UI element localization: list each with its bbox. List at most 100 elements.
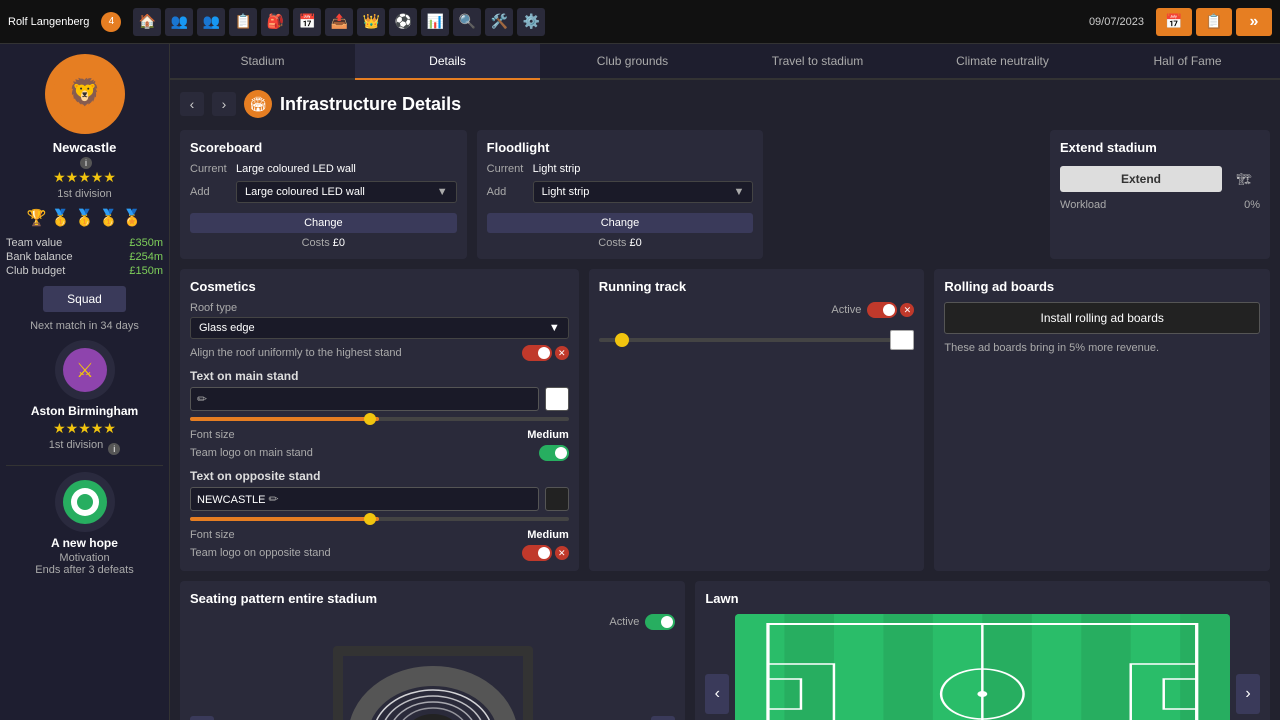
main-color-swatch[interactable] bbox=[545, 387, 569, 411]
opp-logo-x-btn[interactable]: ✕ bbox=[555, 546, 569, 560]
team-value-val: £350m bbox=[129, 237, 163, 249]
scoreboard-change-btn[interactable]: Change bbox=[190, 213, 457, 233]
bank-balance-row: Bank balance £254m bbox=[6, 251, 163, 263]
tab-club-grounds[interactable]: Club grounds bbox=[540, 44, 725, 80]
icon-calendar[interactable]: 📅 bbox=[293, 8, 321, 36]
club1-info-icon[interactable]: i bbox=[80, 157, 92, 169]
pattern-next-btn[interactable]: › bbox=[651, 716, 675, 720]
lawn-next-btn[interactable]: › bbox=[1236, 674, 1260, 714]
main-slider-row bbox=[190, 417, 569, 421]
opp-text-row: NEWCASTLE ✏ bbox=[190, 487, 569, 511]
skip-btn[interactable]: » bbox=[1236, 8, 1272, 36]
nav-back-button[interactable]: ‹ bbox=[180, 92, 204, 116]
breadcrumb: ‹ › 🏟 Infrastructure Details bbox=[180, 90, 1270, 118]
opp-color-swatch[interactable] bbox=[545, 487, 569, 511]
extend-btn[interactable]: Extend bbox=[1060, 166, 1222, 192]
breadcrumb-title: Infrastructure Details bbox=[280, 94, 461, 115]
cosmetics-section: Cosmetics Roof type Glass edge ▼ Align t… bbox=[180, 269, 579, 571]
extend-stadium-section: Extend stadium Extend 🏗 Workload 0% bbox=[1050, 130, 1270, 259]
floodlight-change-btn[interactable]: Change bbox=[487, 213, 754, 233]
icon-search[interactable]: 🔍 bbox=[453, 8, 481, 36]
opp-font-slider[interactable] bbox=[190, 517, 569, 521]
icon-tools[interactable]: 🛠️ bbox=[485, 8, 513, 36]
icon-tactics[interactable]: ⚽ bbox=[389, 8, 417, 36]
main-logo-toggle[interactable] bbox=[539, 445, 569, 461]
club1-stars: ★★★★★ bbox=[53, 169, 116, 186]
row2: Cosmetics Roof type Glass edge ▼ Align t… bbox=[180, 269, 1270, 571]
tab-travel[interactable]: Travel to stadium bbox=[725, 44, 910, 80]
running-track-slider-container bbox=[599, 338, 915, 368]
seating-title: Seating pattern entire stadium bbox=[190, 591, 675, 606]
main-logo-row: Team logo on main stand bbox=[190, 445, 569, 461]
workload-row: Workload 0% bbox=[1060, 199, 1260, 211]
lawn-preview bbox=[735, 614, 1230, 720]
tab-climate[interactable]: Climate neutrality bbox=[910, 44, 1095, 80]
calendar-icon-btn[interactable]: 📅 bbox=[1156, 8, 1192, 36]
running-track-x-btn[interactable]: ✕ bbox=[900, 303, 914, 317]
running-track-toggle[interactable] bbox=[867, 302, 897, 318]
next-match-label: Next match in 34 days bbox=[30, 320, 139, 332]
opp-font-size-row: Font size Medium bbox=[190, 529, 569, 541]
icon-team[interactable]: 👥 bbox=[197, 8, 225, 36]
running-track-title: Running track bbox=[599, 279, 915, 294]
icon-home[interactable]: 🏠 bbox=[133, 8, 161, 36]
team-value-label: Team value bbox=[6, 237, 62, 249]
align-x-btn[interactable]: ✕ bbox=[555, 346, 569, 360]
row1: Scoreboard Current Large coloured LED wa… bbox=[180, 130, 1270, 259]
icon-clipboard[interactable]: 📋 bbox=[229, 8, 257, 36]
align-toggle[interactable] bbox=[522, 345, 552, 361]
scoreboard-add-dropdown[interactable]: Large coloured LED wall ▼ bbox=[236, 181, 457, 203]
running-track-section: Running track Active ✕ bbox=[589, 269, 925, 571]
schedule-icon-btn[interactable]: 📋 bbox=[1196, 8, 1232, 36]
icon-transfer[interactable]: 📤 bbox=[325, 8, 353, 36]
club1-avatar: 🦁 bbox=[45, 54, 125, 134]
team-value-row: Team value £350m bbox=[6, 237, 163, 249]
seating-toggle[interactable] bbox=[645, 614, 675, 630]
main-font-size-row: Font size Medium bbox=[190, 429, 569, 441]
install-rolling-btn[interactable]: Install rolling ad boards bbox=[944, 302, 1260, 334]
icon-settings[interactable]: ⚙️ bbox=[517, 8, 545, 36]
main-text-input[interactable]: ✏ bbox=[190, 387, 539, 411]
sidebar: 🦁 Newcastle i ★★★★★ 1st division 🏆 🥇 🥇 🥇… bbox=[0, 44, 170, 720]
icon-medical[interactable]: 🎒 bbox=[261, 8, 289, 36]
nav-forward-button[interactable]: › bbox=[212, 92, 236, 116]
extend-title: Extend stadium bbox=[1060, 140, 1260, 155]
icon-squad[interactable]: 👥 bbox=[165, 8, 193, 36]
tab-stadium[interactable]: Stadium bbox=[170, 44, 355, 80]
opp-logo-toggle[interactable] bbox=[522, 545, 552, 561]
running-track-slider[interactable] bbox=[599, 338, 915, 342]
tab-hall-of-fame[interactable]: Hall of Fame bbox=[1095, 44, 1280, 80]
squad-button[interactable]: Squad bbox=[43, 286, 126, 312]
pattern-prev-btn[interactable]: ‹ bbox=[190, 716, 214, 720]
floodlight-add-dropdown[interactable]: Light strip ▼ bbox=[533, 181, 754, 203]
icon-crown[interactable]: 👑 bbox=[357, 8, 385, 36]
topbar: Rolf Langenberg 4 🏠 👥 👥 📋 🎒 📅 📤 👑 ⚽ 📊 🔍 … bbox=[0, 0, 1280, 44]
scoreboard-current-label: Current bbox=[190, 163, 230, 175]
main-font-slider[interactable] bbox=[190, 417, 569, 421]
lawn-prev-btn[interactable]: ‹ bbox=[705, 674, 729, 714]
roof-type-label: Roof type bbox=[190, 302, 569, 314]
opp-text-input[interactable]: NEWCASTLE ✏ bbox=[190, 487, 539, 511]
tab-details[interactable]: Details bbox=[355, 44, 540, 80]
svg-text:🦁: 🦁 bbox=[68, 77, 100, 107]
club2-info-icon[interactable]: i bbox=[108, 443, 120, 455]
floodlight-current-val: Light strip bbox=[533, 163, 581, 175]
floodlight-current-label: Current bbox=[487, 163, 527, 175]
scoreboard-costs-row: Costs £0 bbox=[190, 237, 457, 249]
scoreboard-section: Scoreboard Current Large coloured LED wa… bbox=[180, 130, 467, 259]
seating-active-row: Active bbox=[190, 614, 675, 630]
floodlight-add-label: Add bbox=[487, 186, 527, 198]
bank-balance-label: Bank balance bbox=[6, 251, 73, 263]
icon-stats[interactable]: 📊 bbox=[421, 8, 449, 36]
floodlight-section: Floodlight Current Light strip Add Light… bbox=[477, 130, 764, 259]
opp-slider-row bbox=[190, 517, 569, 521]
club2-division: 1st division bbox=[49, 439, 103, 451]
ends-label: Ends after 3 defeats bbox=[35, 564, 133, 576]
date-display: 09/07/2023 bbox=[1089, 16, 1144, 28]
scoreboard-add-label: Add bbox=[190, 186, 230, 198]
rolling-ad-section: Rolling ad boards Install rolling ad boa… bbox=[934, 269, 1270, 571]
club1-name: Newcastle bbox=[53, 140, 117, 155]
club-budget-label: Club budget bbox=[6, 265, 65, 277]
align-label: Align the roof uniformly to the highest … bbox=[190, 347, 402, 359]
roof-dropdown[interactable]: Glass edge ▼ bbox=[190, 317, 569, 339]
